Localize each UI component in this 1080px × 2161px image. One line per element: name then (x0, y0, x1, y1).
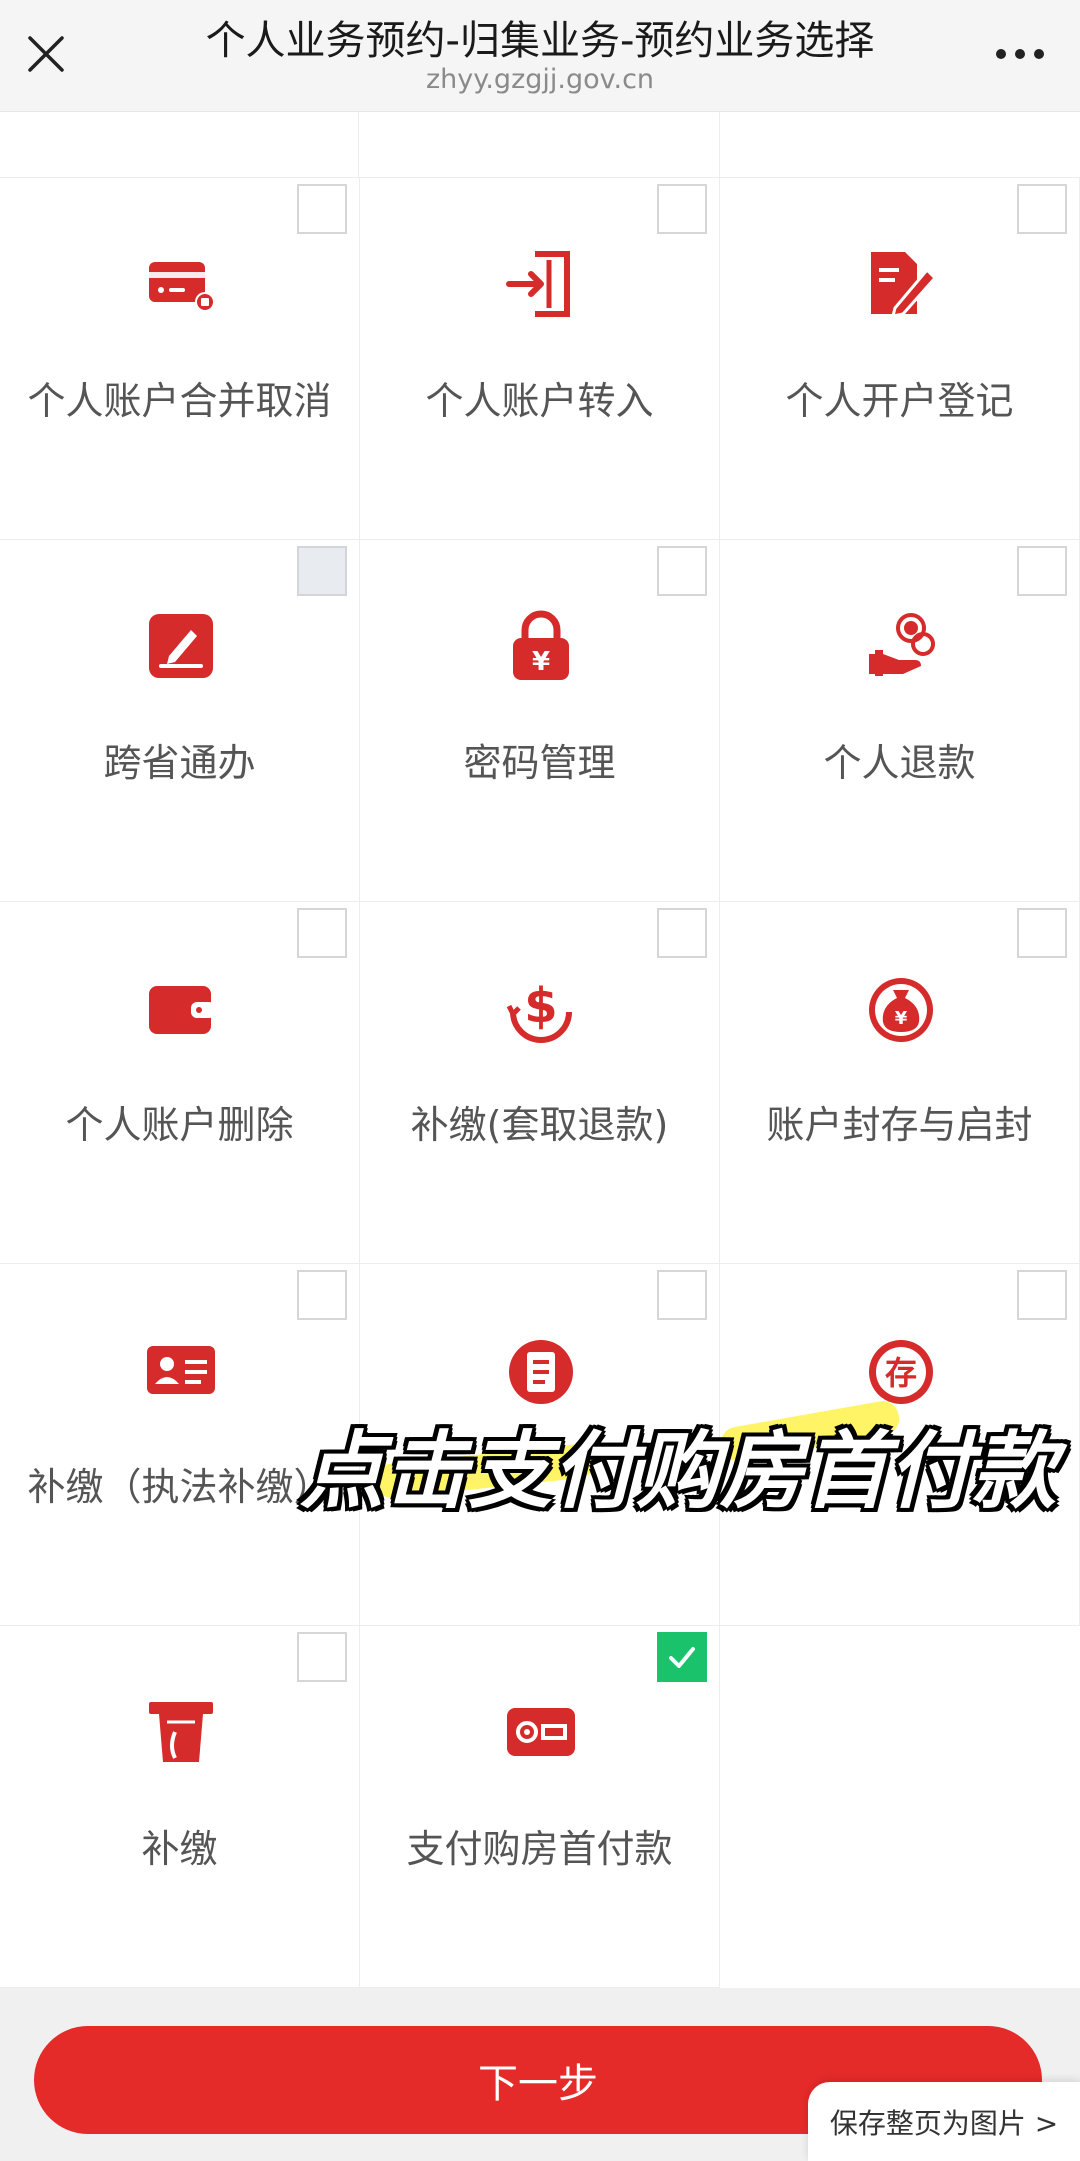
service-item-account-merge-cancel[interactable]: 个人账户合并取消 (0, 178, 360, 540)
service-item-seal-unseal[interactable]: ¥ 账户封存与启封 (720, 902, 1080, 1264)
clipboard-icon (509, 1340, 573, 1404)
service-checkbox[interactable] (297, 546, 347, 596)
document-edit-icon (871, 252, 937, 318)
svg-text:¥: ¥ (532, 647, 550, 677)
service-item-supplement-refund[interactable]: $ 补缴(套取退款) (360, 902, 720, 1264)
money-bag-icon: ¥ (869, 978, 933, 1042)
service-label: 账户封存与启封 (766, 1103, 1033, 1147)
hand-coins-icon (869, 613, 935, 676)
empty-cell (720, 1626, 1080, 1988)
service-label: 个人账户转入 (425, 379, 654, 423)
service-item-password[interactable]: ¥ 密码管理 (360, 540, 720, 902)
service-checkbox[interactable] (657, 908, 707, 958)
dollar-refresh-icon: $ (506, 978, 572, 1043)
service-checkbox[interactable] (297, 184, 347, 234)
service-item-account-delete[interactable]: 个人账户删除 (0, 902, 360, 1264)
pen-square-icon (149, 614, 213, 678)
save-page-as-image-link[interactable]: 保存整页为图片 > (808, 2082, 1080, 2161)
payment-card-icon (507, 1708, 575, 1756)
checkmark-icon (669, 1647, 695, 1668)
service-checkbox[interactable] (1017, 184, 1067, 234)
card-icon (149, 262, 215, 312)
service-label: 跨省通办 (103, 741, 256, 785)
close-icon (28, 36, 64, 72)
service-label: 个人账户合并取消 (27, 379, 332, 423)
service-label: 补缴 (141, 1827, 218, 1871)
service-label: 个人退款 (823, 741, 976, 785)
service-item-refund[interactable]: 个人退款 (720, 540, 1080, 902)
service-checkbox[interactable] (657, 546, 707, 596)
transfer-in-icon (506, 251, 570, 317)
wallet-icon (149, 986, 215, 1034)
divider (358, 112, 359, 178)
service-checkbox[interactable] (1017, 1270, 1067, 1320)
service-label: 支付购房首付款 (406, 1827, 673, 1871)
service-label: 补缴(套取退款) (410, 1103, 669, 1147)
video-caption: 点击支付购房首付款 (300, 1398, 1056, 1520)
service-checkbox[interactable] (1017, 546, 1067, 596)
service-checkbox-checked[interactable] (657, 1632, 707, 1682)
service-checkbox[interactable] (297, 1632, 347, 1682)
service-checkbox[interactable] (657, 184, 707, 234)
caption-text: 点击支付购房首付款 (300, 1422, 1057, 1520)
partial-row (0, 112, 1080, 178)
svg-text:¥: ¥ (895, 1008, 908, 1029)
page-url: zhyy.gzgjj.gov.cn (425, 64, 655, 95)
service-grid: 个人账户合并取消 个人账户转入 个人开户登记 跨省通办 ¥ 密码管理 个人退款 … (0, 112, 1080, 1988)
service-label: 密码管理 (463, 741, 616, 785)
service-item-cross-province[interactable]: 跨省通办 (0, 540, 360, 902)
svg-text:$: $ (524, 978, 557, 1034)
service-checkbox[interactable] (657, 1270, 707, 1320)
lock-yuan-icon: ¥ (513, 610, 569, 680)
service-checkbox[interactable] (1017, 908, 1067, 958)
close-button[interactable] (18, 26, 74, 82)
service-item-open-account[interactable]: 个人开户登记 (720, 178, 1080, 540)
service-checkbox[interactable] (297, 908, 347, 958)
svg-text:存: 存 (885, 1354, 917, 1392)
more-icon (996, 49, 1044, 59)
service-item-supplement[interactable]: 补缴 (0, 1626, 360, 1988)
atm-icon (149, 1702, 213, 1762)
service-checkbox[interactable] (297, 1270, 347, 1320)
more-button[interactable] (988, 30, 1052, 78)
deposit-icon: 存 (869, 1340, 933, 1404)
page-title: 个人业务预约-归集业务-预约业务选择 (205, 18, 875, 64)
service-item-account-transfer-in[interactable]: 个人账户转入 (360, 178, 720, 540)
divider (719, 112, 720, 178)
service-label: 个人账户删除 (65, 1103, 294, 1147)
id-card-icon (147, 1346, 215, 1394)
service-item-house-down-payment[interactable]: 支付购房首付款 (360, 1626, 720, 1988)
top-bar: 个人业务预约-归集业务-预约业务选择 zhyy.gzgjj.gov.cn (0, 0, 1080, 112)
service-label: 个人开户登记 (785, 379, 1014, 423)
